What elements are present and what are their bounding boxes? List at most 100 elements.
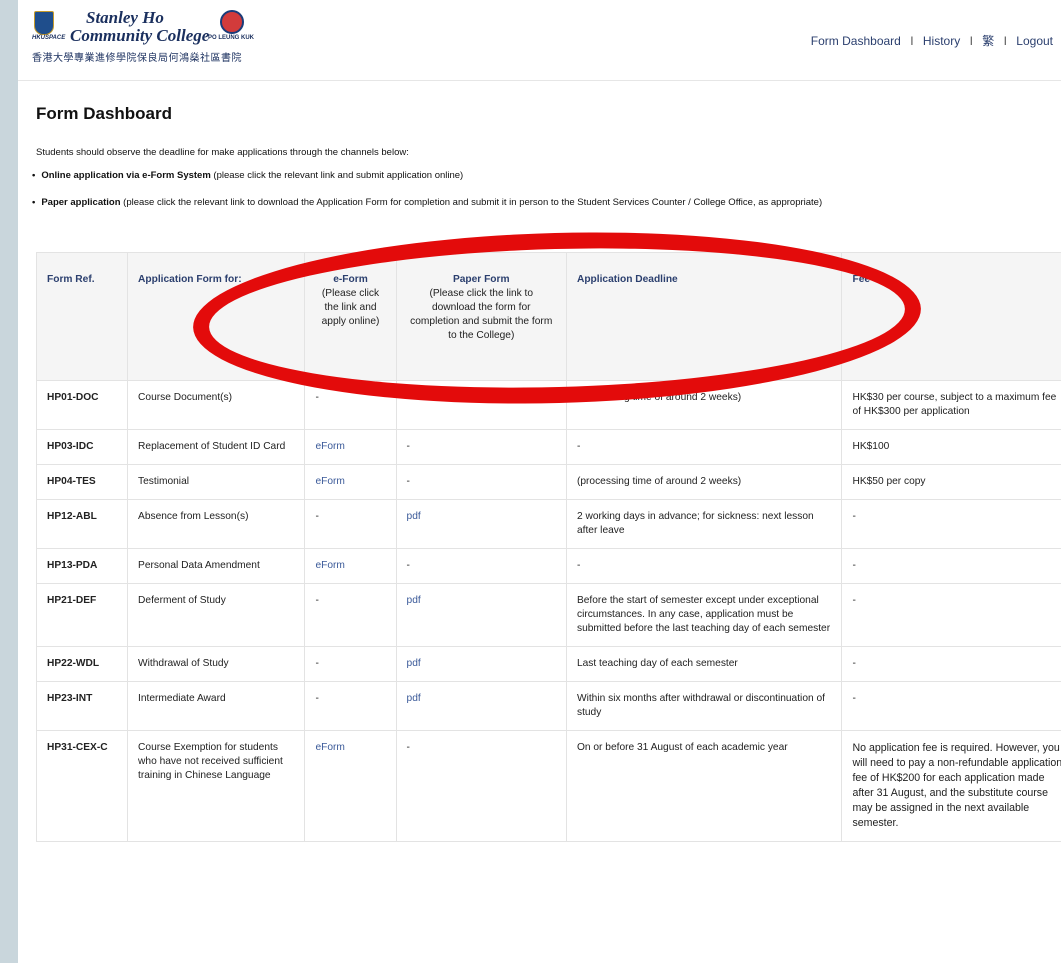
eform-cell: - (304, 583, 397, 647)
pdf-download-link[interactable]: pdf (407, 595, 421, 606)
form-name-cell: Absence from Lesson(s) (127, 499, 306, 549)
site-header: Stanley Ho Community College HKUSPACE PO… (18, 0, 1061, 81)
form-name-cell: Personal Data Amendment (127, 548, 306, 584)
channel-paper-title: Paper application (41, 197, 121, 208)
header-paper-form: Paper Form (Please click the link to dow… (395, 252, 567, 381)
fee-cell: HK$50 per copy (841, 464, 1061, 500)
table-row: HP31-CEX-C Course Exemption for students … (35, 730, 1061, 842)
deadline-cell: On or before 31 August of each academic … (565, 730, 843, 842)
eform-link[interactable]: eForm (315, 560, 344, 571)
nav-separator: I (910, 34, 914, 48)
header-paper-sub: (Please click the link to download the f… (410, 288, 553, 341)
form-ref-cell: HP03-IDC (35, 429, 129, 465)
deadline-cell: Before the start of semester except unde… (565, 583, 843, 647)
fee-cell: - (841, 548, 1061, 584)
header-form-for: Application Form for: (127, 252, 306, 381)
logo-chinese-name: 香港大學專業進修學院保良局何鴻燊社區書院 (32, 53, 242, 64)
top-nav: Form Dashboard I History I 繁 I Logout (811, 32, 1053, 49)
channel-list: Online application via e-Form System (pl… (32, 170, 822, 224)
paper-form-cell: pdf (395, 646, 567, 682)
form-ref-cell: HP21-DEF (35, 583, 129, 647)
eform-cell: eForm (304, 730, 397, 842)
form-name-cell: Replacement of Student ID Card (127, 429, 306, 465)
fee-cell: HK$30 per course, subject to a maximum f… (841, 380, 1061, 430)
channel-online: Online application via e-Form System (pl… (32, 170, 822, 181)
college-logo[interactable]: Stanley Ho Community College HKUSPACE PO… (32, 8, 292, 68)
paper-form-cell: - (395, 464, 567, 500)
channel-online-title: Online application via e-Form System (41, 170, 211, 181)
deadline-cell: Last teaching day of each semester (565, 646, 843, 682)
logo-hkuspace-text: HKUSPACE (32, 35, 66, 41)
table-row: HP21-DEF Deferment of Study - pdf Before the… (35, 583, 1061, 647)
eform-link[interactable]: eForm (315, 441, 344, 452)
eform-cell: - (304, 646, 397, 682)
nav-form-dashboard[interactable]: Form Dashboard (811, 34, 901, 48)
nav-language-toggle[interactable]: 繁 (982, 34, 994, 48)
table-row: HP13-PDA Personal Data Amendment eForm - - - (35, 548, 1061, 584)
pdf-download-link[interactable]: pdf (407, 658, 421, 669)
eform-link[interactable]: eForm (315, 476, 344, 487)
header-form-ref: Form Ref. (35, 252, 129, 381)
channel-online-desc: (please click the relevant link and subm… (210, 170, 464, 181)
form-ref-cell: HP31-CEX-C (35, 730, 129, 842)
table-row: HP12-ABL Absence from Lesson(s) - pdf 2 work… (35, 499, 1061, 549)
form-ref-cell: HP22-WDL (35, 646, 129, 682)
header-paper-title: Paper Form (452, 274, 510, 285)
table-row: HP23-INT Intermediate Award - pdf Within six… (35, 681, 1061, 731)
eform-cell: eForm (304, 464, 397, 500)
header-eform-sub: (Please click the link and apply online) (321, 288, 380, 327)
deadline-cell: (processing time of around 2 weeks) (565, 464, 843, 500)
table-header-row: Form Ref. Application Form for: e-Form (… (35, 252, 1061, 381)
eform-cell: - (304, 681, 397, 731)
pdf-download-link[interactable]: pdf (407, 511, 421, 522)
nav-logout[interactable]: Logout (1016, 34, 1053, 48)
header-deadline: Application Deadline (565, 252, 843, 381)
fee-cell: - (841, 583, 1061, 647)
paper-form-cell: pdf (395, 681, 567, 731)
fee-cell: HK$100 (841, 429, 1061, 465)
eform-cell: eForm (304, 548, 397, 584)
paper-form-cell: pdf (395, 499, 567, 549)
channel-paper: Paper application (please click the rele… (32, 197, 822, 208)
form-ref-cell: HP13-PDA (35, 548, 129, 584)
nav-separator: I (969, 34, 973, 48)
page-title: Form Dashboard (36, 104, 173, 123)
paper-form-cell (395, 380, 567, 430)
table-row: HP01-DOC Course Document(s) - (processing t… (35, 380, 1061, 430)
eform-cell: - (304, 499, 397, 549)
paper-form-cell: pdf (395, 583, 567, 647)
hku-crest-icon (34, 11, 54, 35)
header-eform-title: e-Form (333, 274, 368, 285)
eform-cell: - (304, 380, 397, 430)
form-ref-cell: HP23-INT (35, 681, 129, 731)
form-name-cell: Course Exemption for students who have n… (127, 730, 306, 842)
nav-separator: I (1003, 34, 1007, 48)
header-fee: Fee (841, 252, 1061, 381)
fee-cell: - (841, 681, 1061, 731)
form-ref-cell: HP12-ABL (35, 499, 129, 549)
table-row: HP22-WDL Withdrawal of Study - pdf Last teac… (35, 646, 1061, 682)
deadline-cell: - (565, 429, 843, 465)
form-name-cell: Deferment of Study (127, 583, 306, 647)
forms-table: Form Ref. Application Form for: e-Form (… (35, 252, 1061, 842)
form-name-cell: Testimonial (127, 464, 306, 500)
intro-text: Students should observe the deadline for… (36, 147, 409, 158)
logo-plk-text: PO LEUNG KUK (208, 35, 255, 41)
table-row: HP03-IDC Replacement of Student ID Card eF… (35, 429, 1061, 465)
form-ref-cell: HP01-DOC (35, 380, 129, 430)
logo-name-line2: Community College (70, 26, 210, 45)
eform-link[interactable]: eForm (315, 742, 344, 753)
pdf-download-link[interactable]: pdf (407, 693, 421, 704)
deadline-cell: (processing time of around 2 weeks) (565, 380, 843, 430)
deadline-cell: 2 working days in advance; for sickness:… (565, 499, 843, 549)
fee-cell: No application fee is required. However,… (841, 730, 1061, 842)
channel-paper-desc: (please click the relevant link to downl… (120, 197, 823, 208)
page: Stanley Ho Community College HKUSPACE PO… (18, 0, 1061, 963)
po-leung-kuk-emblem-icon (220, 10, 244, 34)
nav-history[interactable]: History (923, 34, 960, 48)
form-name-cell: Course Document(s) (127, 380, 306, 430)
form-name-cell: Intermediate Award (127, 681, 306, 731)
fee-cell: - (841, 646, 1061, 682)
form-ref-cell: HP04-TES (35, 464, 129, 500)
deadline-cell: - (565, 548, 843, 584)
